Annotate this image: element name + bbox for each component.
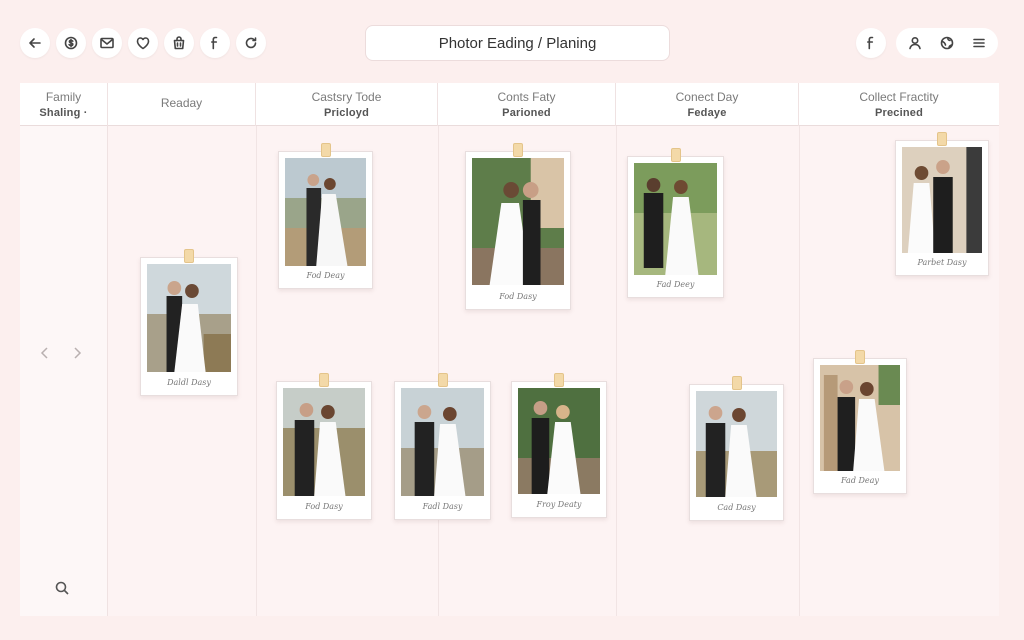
column-header-readay[interactable]: Readay (108, 83, 256, 126)
clip-icon (319, 373, 329, 387)
column-header-collect-fractity[interactable]: Collect Fractity Precined (799, 83, 999, 126)
column-title: Readay (160, 96, 203, 110)
column-subtitle: Precined (874, 107, 924, 119)
photo-card[interactable]: Parbet Dasy (895, 132, 989, 276)
photo-card[interactable]: Fad Deey (627, 148, 724, 298)
column-divider (616, 126, 617, 616)
refresh-icon[interactable] (236, 28, 266, 58)
column-title: Collect Fractity (859, 90, 939, 104)
mail-icon[interactable] (92, 28, 122, 58)
column-header-castsry-tode[interactable]: Castsry Tode Pricloyd (256, 83, 438, 126)
left-toolbar (20, 28, 266, 58)
clip-icon (184, 249, 194, 263)
wedding-photo (902, 147, 982, 253)
photo-card[interactable]: Fod Deay (278, 143, 373, 289)
search-icon[interactable] (54, 580, 70, 601)
chevron-right-icon[interactable] (70, 345, 84, 361)
dollar-icon[interactable] (56, 28, 86, 58)
photo-card[interactable]: Fadl Dasy (394, 373, 491, 520)
clip-icon (855, 350, 865, 364)
photo-card[interactable]: Fod Dasy (276, 373, 372, 520)
nav-arrows (38, 345, 84, 361)
photo-card[interactable]: Daldl Dasy (140, 249, 238, 396)
column-divider (799, 126, 800, 616)
wedding-photo (285, 158, 366, 266)
wedding-photo (283, 388, 365, 496)
photo-caption: Fadl Dasy (422, 502, 463, 511)
clip-icon (937, 132, 947, 146)
user-icon[interactable] (900, 28, 930, 58)
column-header-row: Family Shaling · Readay Castsry Tode Pri… (20, 83, 999, 126)
column-title: Castsry Tode (311, 90, 382, 104)
bag-icon[interactable] (164, 28, 194, 58)
wedding-photo (147, 264, 231, 372)
photo-caption: Froy Deaty (536, 500, 582, 509)
column-subtitle: Pricloyd (323, 107, 369, 119)
page-title[interactable]: Photor Eading / Planing (365, 25, 670, 61)
globe-icon[interactable] (932, 28, 962, 58)
account-group (896, 28, 998, 58)
photo-caption: Fod Dasy (499, 292, 537, 301)
wedding-photo (472, 158, 564, 285)
right-toolbar (856, 28, 998, 58)
wedding-photo (820, 365, 900, 471)
photo-card[interactable]: Froy Deaty (511, 373, 607, 518)
column-subtitle: Parioned (502, 107, 551, 119)
photo-card[interactable]: Fad Deay (813, 350, 907, 494)
photo-card[interactable]: Fod Dasy (465, 143, 571, 310)
clip-icon (731, 376, 742, 390)
column-header-conts-faty[interactable]: Conts Faty Parioned (438, 83, 616, 126)
facebook-icon[interactable] (856, 28, 886, 58)
clip-icon (437, 373, 448, 387)
photo-caption: Fad Deay (841, 476, 879, 485)
back-arrow-icon[interactable] (20, 28, 50, 58)
column-header-family[interactable]: Family Shaling · (20, 83, 108, 126)
column-title: Conect Day (675, 90, 739, 104)
photo-caption: Fod Deay (306, 271, 345, 280)
column-title: Conts Faty (497, 90, 556, 104)
heart-icon[interactable] (128, 28, 158, 58)
column-title: Family (45, 90, 82, 104)
clip-icon (670, 148, 681, 162)
column-subtitle: Shaling · (39, 107, 88, 119)
photo-caption: Cad Dasy (717, 503, 756, 512)
clip-icon (320, 143, 331, 157)
wedding-photo (696, 391, 777, 497)
photo-caption: Fod Dasy (305, 502, 343, 511)
column-divider (256, 126, 257, 616)
photo-caption: Parbet Dasy (917, 258, 967, 267)
photo-caption: Daldl Dasy (167, 378, 211, 387)
facebook-icon[interactable] (200, 28, 230, 58)
chevron-left-icon[interactable] (38, 345, 52, 361)
column-divider (438, 126, 439, 616)
wedding-photo (518, 388, 600, 494)
photo-card[interactable]: Cad Dasy (689, 376, 784, 521)
column-subtitle: Fedaye (687, 107, 727, 119)
column-header-conect-day[interactable]: Conect Day Fedaye (616, 83, 799, 126)
wedding-photo (401, 388, 484, 496)
wedding-photo (634, 163, 717, 275)
photo-caption: Fad Deey (656, 280, 695, 289)
clip-icon (554, 373, 564, 387)
clip-icon (513, 143, 523, 157)
menu-icon[interactable] (964, 28, 994, 58)
